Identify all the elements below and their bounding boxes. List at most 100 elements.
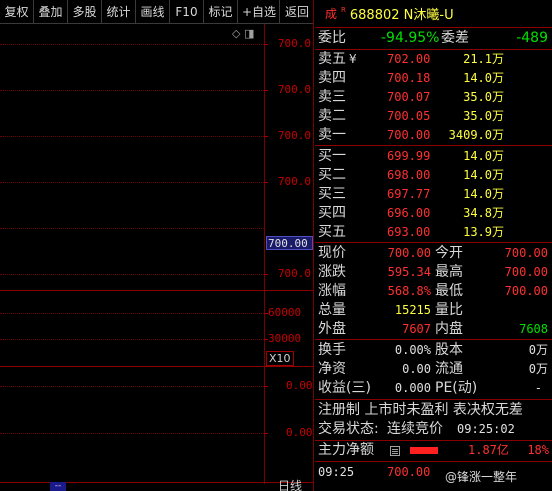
sell-level-label: 卖三 <box>318 89 346 105</box>
sell-volume: 35.0万 <box>463 109 504 123</box>
buy-level-4[interactable]: 买四 696.00 34.8万 <box>315 204 552 223</box>
sell-price: 700.18 <box>387 71 431 85</box>
price-axis-label: 700.0 <box>277 37 311 50</box>
volume-axis-label: 30000 <box>268 332 302 345</box>
main-flow-value: 1.87亿 <box>468 443 509 457</box>
stat-row-outer: 外盘 7607 内盘 7608 <box>315 320 552 339</box>
registration-badge: R <box>341 5 346 14</box>
fin-value: 0.00% <box>394 343 431 357</box>
order-ratio-label: 委比 <box>318 30 346 46</box>
sell-level-4[interactable]: 卖四 700.18 14.0万 <box>315 69 552 88</box>
period-tab-daily[interactable]: 日线 <box>278 477 302 491</box>
sell-level-label: 卖四 <box>318 70 346 86</box>
stat-label: 总量 <box>318 302 346 318</box>
stat-label: 今开 <box>435 245 463 261</box>
indicator-tick <box>264 433 268 434</box>
buy-price: 696.00 <box>387 206 431 220</box>
fin-label: PE(动) <box>435 380 478 396</box>
price-gridline <box>0 44 264 45</box>
fin-row-turnover: 换手 0.00% 股本 0万 <box>315 341 552 360</box>
sell-volume: 3409.0万 <box>448 128 504 142</box>
fin-row-eps: 收益(三) 0.000 PE(动) - <box>315 379 552 398</box>
fin-label: 流通 <box>435 361 463 377</box>
sell-level-5[interactable]: 卖五 ¥ 702.00 21.1万 <box>315 50 552 69</box>
main-flow-label: 主力净额 <box>318 442 374 458</box>
sell-volume: 21.1万 <box>463 52 504 66</box>
fin-row-netasset: 净资 0.00 流通 0万 <box>315 360 552 379</box>
current-price-tag: 700.00 <box>266 236 313 250</box>
indicator-axis-label: 0.00 <box>286 379 313 392</box>
buy-level-label: 买二 <box>318 167 346 183</box>
fin-value: 0万 <box>528 362 548 376</box>
draw-line-button[interactable]: 画线 <box>136 0 170 24</box>
buy-price: 693.00 <box>387 225 431 239</box>
buy-level-label: 买四 <box>318 205 346 221</box>
mark-button[interactable]: 标记 <box>204 0 238 24</box>
sell-level-3[interactable]: 卖三 700.07 35.0万 <box>315 88 552 107</box>
stat-label: 外盘 <box>318 321 346 337</box>
buy-price: 699.99 <box>387 149 431 163</box>
chart-settings-icon[interactable]: ◇ ◨ <box>232 27 254 40</box>
back-button[interactable]: 返回 <box>280 0 314 24</box>
stat-value: 568.8% <box>387 284 431 298</box>
buy-level-label: 买一 <box>318 148 346 164</box>
buy-level-5[interactable]: 买五 693.00 13.9万 <box>315 223 552 242</box>
trade-status-label: 交易状态: <box>318 421 379 437</box>
quote-panel: 成 R 688802 N沐曦-U 委比 -94.95% 委差 -489 卖五 ¥… <box>315 0 552 491</box>
multi-stock-button[interactable]: 多股 <box>68 0 102 24</box>
indicator-axis-label: 0.00 <box>286 426 313 439</box>
volume-unit-label: X10 <box>266 351 294 366</box>
stat-row-pct: 涨幅 568.8% 最低 700.00 <box>315 282 552 301</box>
calendar-icon[interactable] <box>390 446 400 456</box>
separator <box>315 339 552 340</box>
price-axis-label: 700.0 <box>277 83 311 96</box>
fin-value: 0.000 <box>394 381 431 395</box>
sell-price: 700.00 <box>387 128 431 142</box>
pane-divider <box>0 366 313 367</box>
price-axis-label: 700.0 <box>277 267 311 280</box>
restore-rights-button[interactable]: 复权 <box>0 0 34 24</box>
sell-level-1[interactable]: 卖一 700.00 3409.0万 <box>315 126 552 145</box>
separator <box>315 399 552 400</box>
add-watchlist-button[interactable]: +自选 <box>238 0 280 24</box>
trade-status-time: 09:25:02 <box>457 422 515 436</box>
buy-level-3[interactable]: 买三 697.77 14.0万 <box>315 185 552 204</box>
separator <box>315 145 552 146</box>
stat-row-change: 涨跌 595.34 最高 700.00 <box>315 263 552 282</box>
buy-level-label: 买五 <box>318 224 346 240</box>
buy-level-1[interactable]: 买一 699.99 14.0万 <box>315 147 552 166</box>
stat-label: 最低 <box>435 283 463 299</box>
statistics-button[interactable]: 统计 <box>102 0 136 24</box>
stat-value: 7608 <box>519 322 548 336</box>
price-axis-label: 700.0 <box>277 175 311 188</box>
f10-button[interactable]: F10 <box>170 0 204 24</box>
overlay-button[interactable]: 叠加 <box>34 0 68 24</box>
fin-value: - <box>534 381 542 395</box>
buy-volume: 34.8万 <box>463 206 504 220</box>
stat-value: 7607 <box>402 322 431 336</box>
stat-row-volume: 总量 15215 量比 <box>315 301 552 320</box>
stat-value: 700.00 <box>504 284 548 298</box>
scroll-marker[interactable]: -- <box>50 482 66 491</box>
price-gridline <box>0 90 264 91</box>
buy-level-2[interactable]: 买二 698.00 14.0万 <box>315 166 552 185</box>
stock-title-bar: 成 R 688802 N沐曦-U <box>315 0 552 28</box>
separator <box>315 242 552 243</box>
order-ratio-value: -94.95% <box>381 30 440 46</box>
trade-status-row: 交易状态: 连续竞价 09:25:02 <box>315 420 552 439</box>
volume-gridline <box>0 313 264 314</box>
pane-divider <box>0 290 313 291</box>
order-diff-label: 委差 <box>441 30 469 46</box>
chart-axis-line <box>264 24 265 484</box>
sell-level-2[interactable]: 卖二 700.05 35.0万 <box>315 107 552 126</box>
price-axis-label: 700.0 <box>277 129 311 142</box>
indicator-gridline <box>0 386 264 387</box>
listing-notice: 注册制 上市时未盈利 表决权无差 <box>318 402 523 418</box>
order-diff-value: -489 <box>516 30 548 46</box>
indicator-tick <box>264 386 268 387</box>
tick-price: 700.00 <box>387 465 431 479</box>
volume-gridline <box>0 339 264 340</box>
stat-label: 涨幅 <box>318 283 346 299</box>
separator <box>315 461 552 462</box>
chart-toolbar: 复权 叠加 多股 统计 画线 F10 标记 +自选 返回 <box>0 0 314 24</box>
